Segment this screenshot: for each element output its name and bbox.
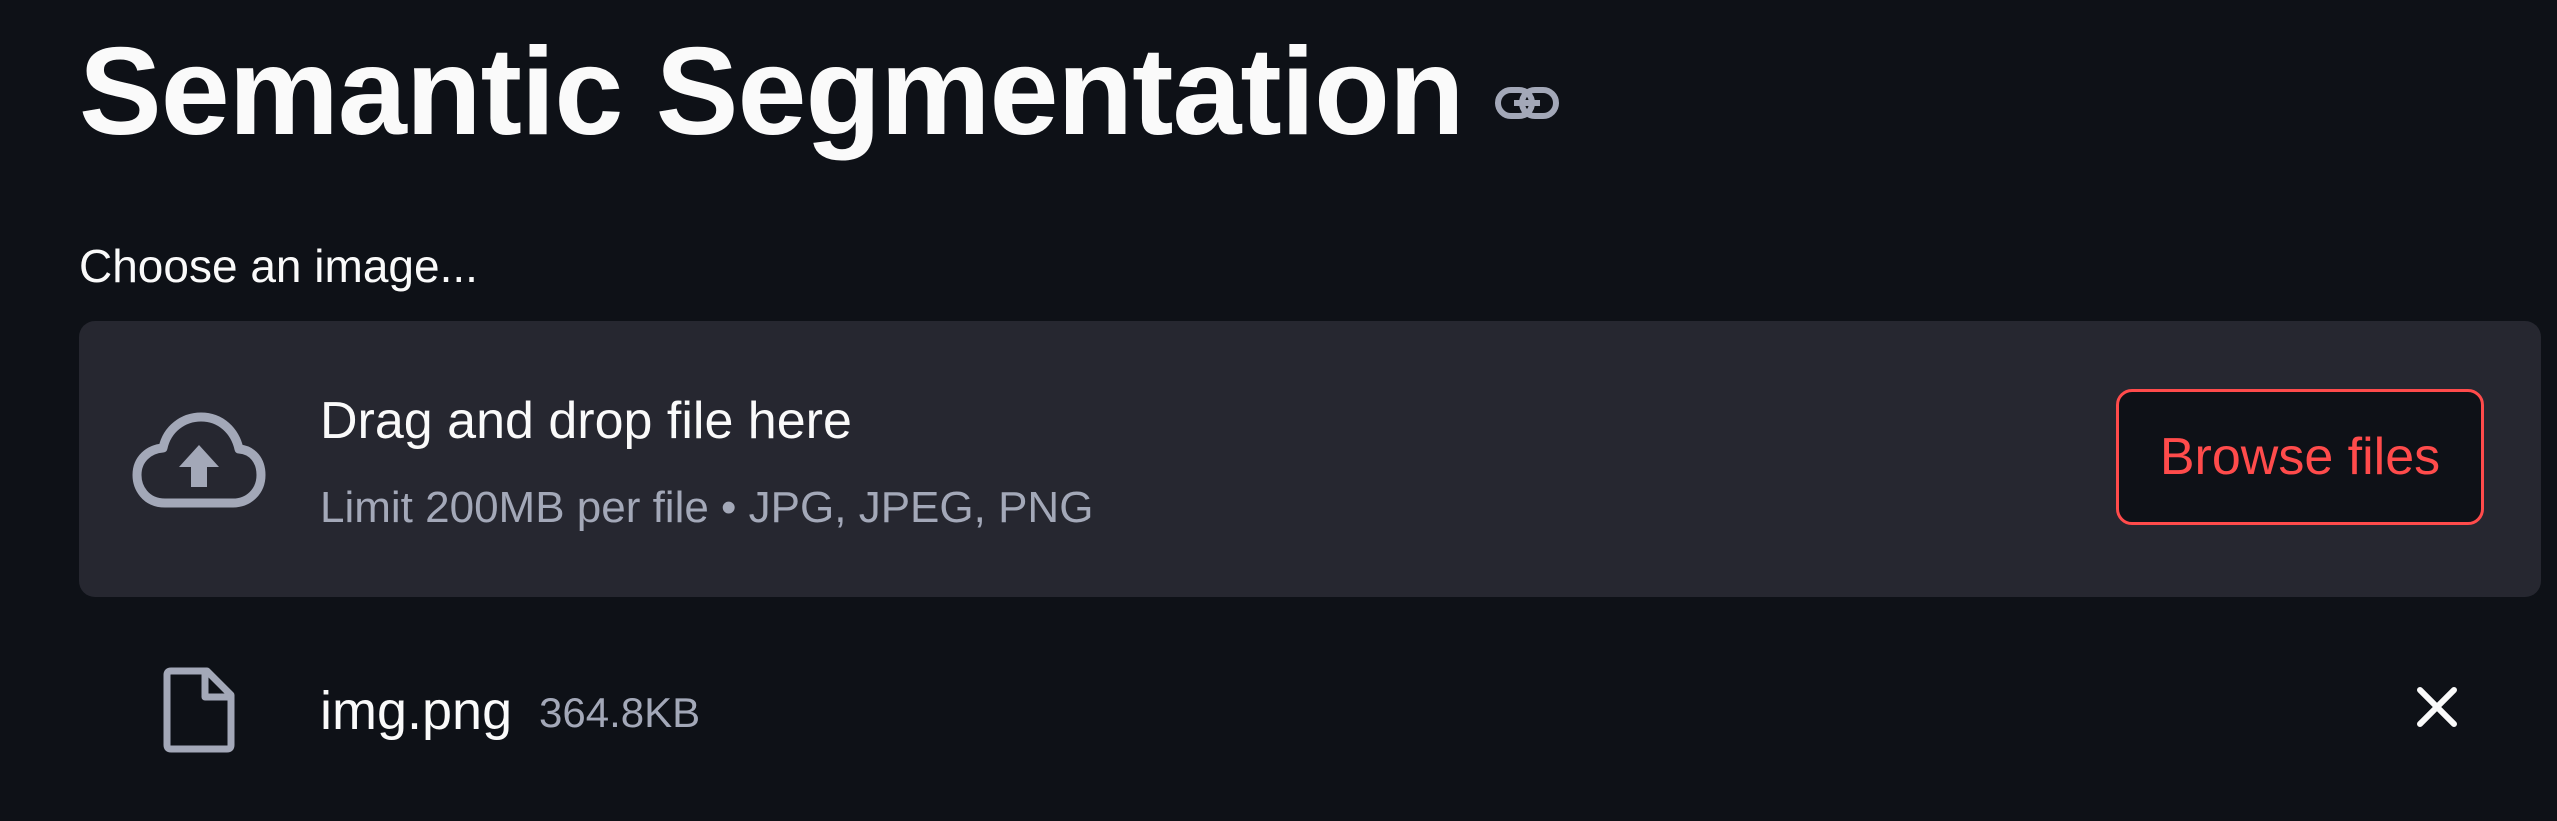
page-title: Semantic Segmentation [79, 23, 1465, 161]
cloud-upload-icon [131, 411, 267, 511]
dropzone-instructions: Drag and drop file here [320, 392, 852, 450]
file-name: img.png [320, 681, 513, 741]
link-icon[interactable] [1494, 83, 1560, 123]
app-page: Semantic Segmentation Choose an image...… [0, 0, 2557, 821]
uploaded-file-item: img.png 364.8KB [79, 655, 2541, 765]
file-size: 364.8KB [539, 689, 701, 736]
browse-files-button[interactable]: Browse files [2116, 389, 2484, 525]
file-icon [163, 667, 235, 753]
close-icon[interactable] [2407, 677, 2467, 737]
file-dropzone[interactable]: Drag and drop file here Limit 200MB per … [79, 321, 2541, 597]
dropzone-limit-text: Limit 200MB per file • JPG, JPEG, PNG [320, 483, 1094, 532]
uploader-label: Choose an image... [79, 240, 478, 292]
header: Semantic Segmentation [79, 22, 1560, 162]
